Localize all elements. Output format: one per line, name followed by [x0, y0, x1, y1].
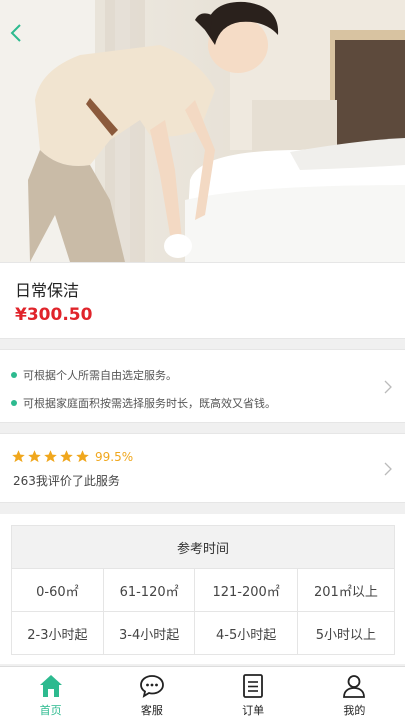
- service-title-card: 日常保洁 ¥300.50: [0, 262, 405, 339]
- feature-card[interactable]: 可根据个人所需自由选定服务。 可根据家庭面积按需选择服务时长，既高效又省钱。: [0, 349, 405, 423]
- star-icon: [28, 450, 41, 463]
- feature-text: 可根据家庭面积按需选择服务时长，既高效又省钱。: [23, 397, 276, 410]
- area-cell: 0-60㎡: [11, 568, 104, 612]
- star-icon: [60, 450, 73, 463]
- star-icon: [76, 450, 89, 463]
- service-title: 日常保洁: [15, 281, 80, 300]
- tab-orders[interactable]: 订单: [203, 667, 304, 720]
- star-icon: [12, 450, 25, 463]
- table-row: 0-60㎡ 61-120㎡ 121-200㎡ 201㎡以上: [11, 568, 396, 612]
- tab-label: 我的: [343, 704, 366, 717]
- tab-label: 首页: [39, 704, 62, 717]
- reference-time-section: 参考时间 0-60㎡ 61-120㎡ 121-200㎡ 201㎡以上 2-3小时…: [0, 514, 405, 664]
- bullet-dot-icon: [11, 372, 17, 378]
- reference-time-table: 参考时间 0-60㎡ 61-120㎡ 121-200㎡ 201㎡以上 2-3小时…: [11, 525, 396, 655]
- duration-cell: 3-4小时起: [102, 611, 196, 655]
- user-icon: [343, 675, 366, 698]
- service-price: ¥300.50: [15, 305, 93, 325]
- area-cell: 201㎡以上: [296, 568, 396, 612]
- rating-count-text: 263我评价了此服务: [13, 474, 120, 488]
- bullet-dot-icon: [11, 400, 17, 406]
- bottom-tab-bar: 首页 客服 订单 我的: [0, 666, 405, 720]
- tab-home[interactable]: 首页: [0, 667, 101, 720]
- feature-item: 可根据家庭面积按需选择服务时长，既高效又省钱。: [11, 395, 276, 411]
- chevron-right-icon[interactable]: [383, 461, 393, 477]
- duration-cell: 5小时以上: [296, 611, 396, 655]
- tab-mine[interactable]: 我的: [304, 667, 405, 720]
- rating-card[interactable]: 99.5% 263我评价了此服务: [0, 433, 405, 503]
- duration-cell: 4-5小时起: [194, 611, 298, 655]
- chevron-right-icon[interactable]: [383, 379, 393, 395]
- order-list-icon: [243, 674, 264, 698]
- duration-cell: 2-3小时起: [11, 611, 104, 655]
- area-cell: 61-120㎡: [102, 568, 196, 612]
- chat-icon: [139, 675, 164, 698]
- feature-text: 可根据个人所需自由选定服务。: [23, 369, 177, 382]
- table-header: 参考时间: [11, 525, 395, 569]
- tab-label: 客服: [140, 704, 163, 717]
- rating-stars: [11, 449, 90, 464]
- hero-image: [0, 0, 405, 262]
- chevron-left-icon[interactable]: [6, 20, 26, 46]
- cleaning-woman-photo: [0, 0, 405, 262]
- star-icon: [44, 450, 57, 463]
- area-cell: 121-200㎡: [194, 568, 298, 612]
- tab-customer-service[interactable]: 客服: [101, 667, 202, 720]
- rating-percent: 99.5%: [95, 450, 134, 464]
- feature-item: 可根据个人所需自由选定服务。: [11, 367, 177, 383]
- tab-label: 订单: [242, 704, 265, 717]
- table-row: 2-3小时起 3-4小时起 4-5小时起 5小时以上: [11, 611, 396, 655]
- home-icon: [39, 675, 62, 697]
